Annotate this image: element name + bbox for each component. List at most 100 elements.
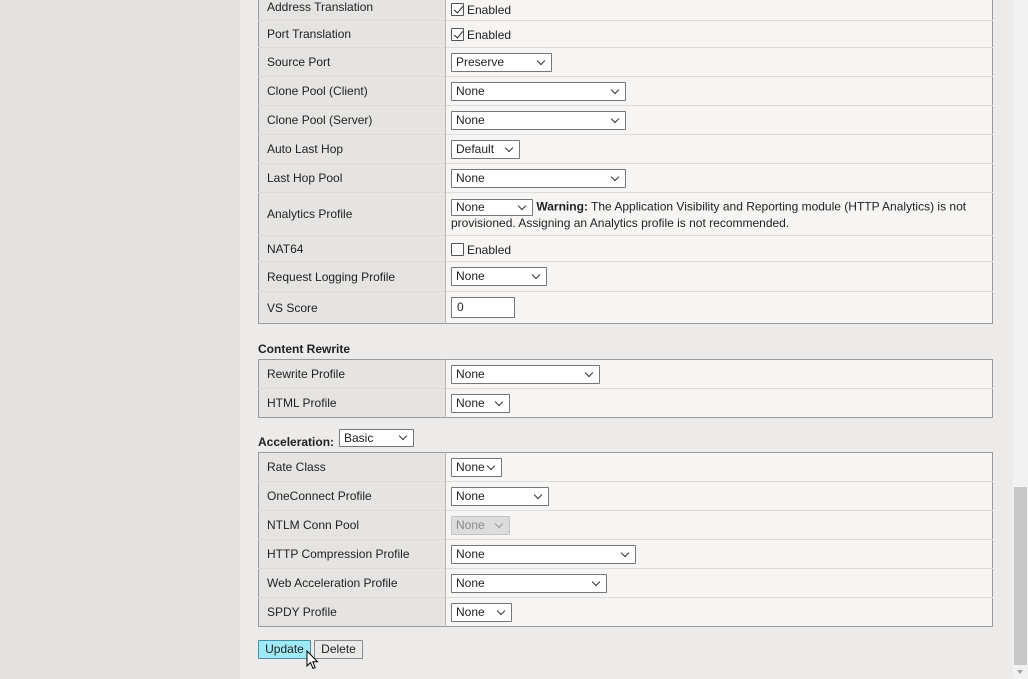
last-hop-pool-select[interactable]: None xyxy=(451,168,626,188)
row-label: SPDY Profile xyxy=(258,597,446,627)
row-label: Request Logging Profile xyxy=(258,261,446,292)
table-row: Last Hop Pool None xyxy=(258,163,993,193)
chevron-down-icon xyxy=(535,492,542,499)
row-label: Web Acceleration Profile xyxy=(258,568,446,598)
select-value: Basic xyxy=(344,431,374,445)
select-value: None xyxy=(456,488,485,503)
rate-class-select[interactable]: None xyxy=(451,457,502,477)
http-compression-profile-select[interactable]: None xyxy=(451,544,636,564)
select-value: Default xyxy=(456,141,495,156)
clone-pool-client-select[interactable]: None xyxy=(451,81,626,101)
row-label: OneConnect Profile xyxy=(258,481,446,511)
acceleration-mode-select[interactable]: Basic xyxy=(339,429,414,447)
select-value: None xyxy=(456,83,485,98)
row-label: Rewrite Profile xyxy=(258,359,446,389)
chevron-down-icon xyxy=(496,521,503,528)
checkbox-label: Enabled xyxy=(467,2,512,17)
row-label: Address Translation xyxy=(258,0,446,21)
configuration-table: Address Translation Enabled Port Transla… xyxy=(258,0,993,324)
address-translation-cell: Enabled xyxy=(446,0,993,21)
chevron-down-icon xyxy=(519,203,526,210)
acceleration-table: Rate Class None OneConnect Profile None … xyxy=(258,452,993,627)
content-rewrite-table: Rewrite Profile None HTML Profile None xyxy=(258,359,993,418)
content-rewrite-heading: Content Rewrite xyxy=(258,342,351,356)
select-value: None xyxy=(456,366,485,381)
scrollbar-thumb[interactable] xyxy=(1014,487,1027,665)
ntlm-conn-pool-select: None xyxy=(451,515,510,535)
table-row: Analytics Profile None Warning: The Appl… xyxy=(258,192,993,236)
select-value: None xyxy=(456,459,485,474)
chevron-down-icon xyxy=(496,399,503,406)
select-value: None xyxy=(456,546,485,561)
checkbox-label: Enabled xyxy=(467,242,512,257)
chevron-down-icon xyxy=(586,370,593,377)
request-logging-profile-select[interactable]: None xyxy=(451,267,547,286)
chevron-down-icon xyxy=(533,272,540,279)
table-row: Address Translation Enabled xyxy=(258,0,993,21)
clone-pool-server-select[interactable]: None xyxy=(451,110,626,130)
auto-last-hop-select[interactable]: Default xyxy=(451,139,520,159)
update-button[interactable]: Update xyxy=(258,640,311,659)
scroll-down-arrow-icon[interactable] xyxy=(1013,665,1028,679)
select-value: Preserve xyxy=(456,54,505,69)
row-label: Last Hop Pool xyxy=(258,163,446,193)
row-label: Analytics Profile xyxy=(258,192,446,236)
warning-label: Warning: xyxy=(536,199,588,214)
port-translation-cell: Enabled xyxy=(445,20,993,48)
table-row: Clone Pool (Client) None xyxy=(258,76,993,106)
rewrite-profile-select[interactable]: None xyxy=(451,364,600,384)
table-row: Port Translation Enabled xyxy=(258,20,993,48)
source-port-select[interactable]: Preserve xyxy=(451,52,552,72)
chevron-down-icon xyxy=(488,463,495,470)
left-navigation-area xyxy=(0,0,240,679)
select-value: None xyxy=(456,199,485,214)
select-value: None xyxy=(456,112,485,127)
checkbox-label: Enabled xyxy=(467,27,512,42)
chevron-down-icon xyxy=(538,58,545,65)
acceleration-heading: Acceleration: xyxy=(258,435,335,449)
row-label: NAT64 xyxy=(258,235,446,262)
chevron-down-icon xyxy=(498,608,505,615)
row-label: HTTP Compression Profile xyxy=(258,539,446,569)
chevron-down-icon xyxy=(622,550,629,557)
table-row: NAT64 Enabled xyxy=(258,235,993,262)
address-translation-checkbox[interactable] xyxy=(451,3,464,17)
table-row: SPDY Profile None xyxy=(258,597,993,627)
table-row: Request Logging Profile None xyxy=(258,261,993,292)
oneconnect-profile-select[interactable]: None xyxy=(451,486,549,506)
chevron-down-icon xyxy=(612,174,619,181)
spdy-profile-select[interactable]: None xyxy=(451,602,512,622)
row-label: HTML Profile xyxy=(258,388,446,418)
row-label: Source Port xyxy=(258,47,446,77)
port-translation-checkbox[interactable] xyxy=(451,28,464,42)
table-row: Source Port Preserve xyxy=(258,47,993,77)
table-row: Rewrite Profile None xyxy=(258,359,993,389)
row-label: Rate Class xyxy=(258,452,446,482)
row-label: NTLM Conn Pool xyxy=(258,510,446,540)
select-value: None xyxy=(456,517,485,532)
table-row: HTTP Compression Profile None xyxy=(258,539,993,569)
table-row: OneConnect Profile None xyxy=(258,481,993,511)
table-row: NTLM Conn Pool None xyxy=(258,510,993,540)
html-profile-select[interactable]: None xyxy=(451,393,510,413)
analytics-profile-select[interactable]: None xyxy=(451,198,533,216)
table-row: Clone Pool (Server) None xyxy=(258,105,993,135)
table-row: Web Acceleration Profile None xyxy=(258,568,993,598)
select-value: None xyxy=(456,269,485,283)
select-value: None xyxy=(456,575,485,590)
web-acceleration-profile-select[interactable]: None xyxy=(451,573,607,593)
table-row: Rate Class None xyxy=(258,452,993,482)
row-label: VS Score xyxy=(258,291,446,324)
row-label: Auto Last Hop xyxy=(258,134,446,164)
table-row: HTML Profile None xyxy=(258,388,993,418)
chevron-down-icon xyxy=(593,579,600,586)
row-label: Port Translation xyxy=(258,20,446,48)
select-value: None xyxy=(456,395,485,410)
nat64-checkbox[interactable] xyxy=(451,243,464,257)
delete-button[interactable]: Delete xyxy=(314,640,363,659)
row-label: Clone Pool (Client) xyxy=(258,76,446,106)
chevron-down-icon xyxy=(612,116,619,123)
vs-score-input[interactable]: 0 xyxy=(451,297,515,318)
table-row: Auto Last Hop Default xyxy=(258,134,993,164)
table-row: VS Score 0 xyxy=(258,291,993,324)
